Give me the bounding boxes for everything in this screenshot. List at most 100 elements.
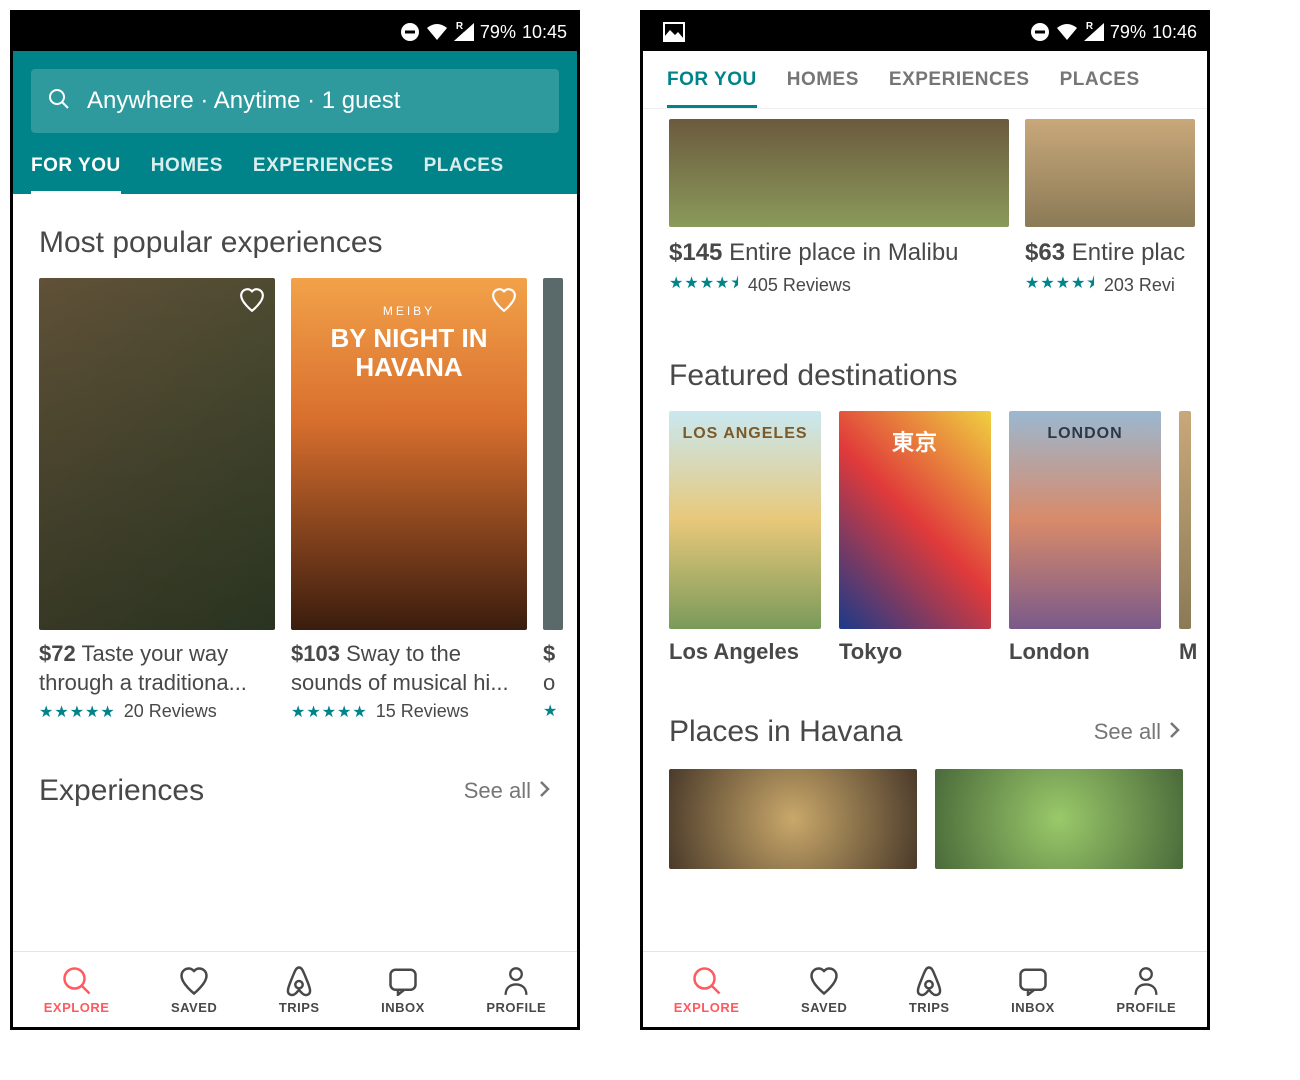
person-icon <box>499 964 533 998</box>
star-icons: ★★★★★ <box>39 702 116 722</box>
clock: 10:45 <box>522 22 567 43</box>
see-all-link[interactable]: See all <box>1094 719 1181 745</box>
destination-card-partial[interactable]: M <box>1179 411 1191 665</box>
dnd-icon <box>1030 22 1050 42</box>
nav-label: SAVED <box>171 1000 217 1015</box>
overlay-subtitle: MEIBY <box>291 304 527 318</box>
section-experiences-title: Experiences <box>39 774 204 808</box>
wifi-icon <box>426 23 448 41</box>
experience-card-partial[interactable]: $ o ★ <box>543 278 563 722</box>
search-icon <box>47 87 71 116</box>
airbnb-logo-icon <box>912 964 946 998</box>
experience-card[interactable]: $72 Taste your way through a traditiona.… <box>39 278 275 722</box>
card-image: MEIBY BY NIGHT INHAVANA <box>291 278 527 630</box>
nav-saved[interactable]: SAVED <box>171 964 217 1015</box>
nav-profile[interactable]: PROFILE <box>1116 964 1176 1015</box>
dnd-icon <box>400 22 420 42</box>
experience-card[interactable]: MEIBY BY NIGHT INHAVANA $103 Sway to the… <box>291 278 527 722</box>
content[interactable]: Most popular experiences $72 Taste your … <box>13 194 577 951</box>
tab-homes[interactable]: HOMES <box>787 69 859 108</box>
heart-icon <box>807 964 841 998</box>
places-carousel[interactable] <box>643 759 1207 869</box>
nav-explore[interactable]: EXPLORE <box>44 964 110 1015</box>
phone-right: R 79% 10:46 FOR YOU HOMES EXPERIENCES PL… <box>640 10 1210 1030</box>
picture-icon <box>663 22 685 42</box>
destination-name: London <box>1009 629 1161 665</box>
status-bar: R 79% 10:46 <box>643 13 1207 51</box>
content[interactable]: $145 Entire place in Malibu ★★★★⯨ 405 Re… <box>643 109 1207 951</box>
nav-label: PROFILE <box>486 1000 546 1015</box>
nav-trips[interactable]: TRIPS <box>909 964 950 1015</box>
nav-label: SAVED <box>801 1000 847 1015</box>
tab-places[interactable]: PLACES <box>424 155 504 194</box>
category-tabs: FOR YOU HOMES EXPERIENCES PLACES <box>643 51 1207 109</box>
section-destinations-title: Featured destinations <box>643 299 1207 411</box>
review-count: 20 Reviews <box>124 701 217 722</box>
section-experiences-header: Experiences See all <box>13 752 577 818</box>
tab-experiences[interactable]: EXPERIENCES <box>253 155 394 194</box>
star-icons: ★ <box>543 701 558 721</box>
nav-profile[interactable]: PROFILE <box>486 964 546 1015</box>
destination-carousel[interactable]: LOS ANGELES Los Angeles 東京 Tokyo LONDON … <box>643 411 1207 665</box>
card-image <box>39 278 275 630</box>
destination-name: Los Angeles <box>669 629 821 665</box>
nav-label: EXPLORE <box>44 1000 110 1015</box>
listing-card-partial[interactable]: $63 Entire plac ★★★★⯨ 203 Revi <box>1025 119 1195 299</box>
card-price: $103 <box>291 641 340 666</box>
search-icon <box>60 964 94 998</box>
star-icons: ★★★★⯨ <box>669 272 740 299</box>
battery-percent: 79% <box>480 22 516 43</box>
bottom-nav: EXPLORE SAVED TRIPS INBOX PROFILE <box>13 951 577 1027</box>
nav-trips[interactable]: TRIPS <box>279 964 320 1015</box>
nav-label: TRIPS <box>279 1000 320 1015</box>
destination-card[interactable]: LONDON London <box>1009 411 1161 665</box>
destination-name: Tokyo <box>839 629 991 665</box>
tab-experiences[interactable]: EXPERIENCES <box>889 69 1030 108</box>
card-price: $ <box>543 641 555 666</box>
nav-label: EXPLORE <box>674 1000 740 1015</box>
rating-row: ★★★★★ 15 Reviews <box>291 697 527 722</box>
destination-art-label: LOS ANGELES <box>682 425 807 443</box>
nav-inbox[interactable]: INBOX <box>381 964 425 1015</box>
signal-icon: R <box>1084 23 1104 41</box>
destination-art-label: 東京 <box>892 425 938 457</box>
review-count: 15 Reviews <box>376 701 469 722</box>
nav-inbox[interactable]: INBOX <box>1011 964 1055 1015</box>
destination-card[interactable]: 東京 Tokyo <box>839 411 991 665</box>
see-all-link[interactable]: See all <box>464 778 551 804</box>
bottom-nav: EXPLORE SAVED TRIPS INBOX PROFILE <box>643 951 1207 1027</box>
phone-left: R 79% 10:45 Anywhere · Anytime · 1 guest… <box>10 10 580 1030</box>
see-all-label: See all <box>1094 719 1161 745</box>
tab-places[interactable]: PLACES <box>1060 69 1140 108</box>
listing-price: $63 <box>1025 239 1065 266</box>
rating-row: ★★★★⯨ 405 Reviews <box>669 268 1009 299</box>
destination-card[interactable]: LOS ANGELES Los Angeles <box>669 411 821 665</box>
category-tabs: FOR YOU HOMES EXPERIENCES PLACES <box>31 133 559 194</box>
tab-for-you[interactable]: FOR YOU <box>667 69 757 108</box>
favorite-icon[interactable] <box>239 288 265 317</box>
listing-carousel[interactable]: $145 Entire place in Malibu ★★★★⯨ 405 Re… <box>643 109 1207 299</box>
search-bar[interactable]: Anywhere · Anytime · 1 guest <box>31 69 559 133</box>
overlay-title: BY NIGHT INHAVANA <box>291 324 527 381</box>
search-text: Anywhere · Anytime · 1 guest <box>87 87 400 115</box>
nav-label: TRIPS <box>909 1000 950 1015</box>
place-card[interactable] <box>935 769 1183 869</box>
destination-art-label: LONDON <box>1047 425 1122 443</box>
card-title: o <box>543 670 555 695</box>
tab-for-you[interactable]: FOR YOU <box>31 155 121 194</box>
nav-saved[interactable]: SAVED <box>801 964 847 1015</box>
listing-image <box>1025 119 1195 227</box>
listing-card[interactable]: $145 Entire place in Malibu ★★★★⯨ 405 Re… <box>669 119 1009 299</box>
card-text: $ o <box>543 630 563 697</box>
airbnb-logo-icon <box>282 964 316 998</box>
nav-explore[interactable]: EXPLORE <box>674 964 740 1015</box>
status-bar: R 79% 10:45 <box>13 13 577 51</box>
tab-homes[interactable]: HOMES <box>151 155 223 194</box>
nav-label: INBOX <box>1011 1000 1055 1015</box>
card-text: $72 Taste your way through a traditiona.… <box>39 630 275 697</box>
destination-image: 東京 <box>839 411 991 629</box>
battery-percent: 79% <box>1110 22 1146 43</box>
place-card[interactable] <box>669 769 917 869</box>
experience-carousel[interactable]: $72 Taste your way through a traditiona.… <box>13 278 577 722</box>
chevron-right-icon <box>1169 719 1181 745</box>
